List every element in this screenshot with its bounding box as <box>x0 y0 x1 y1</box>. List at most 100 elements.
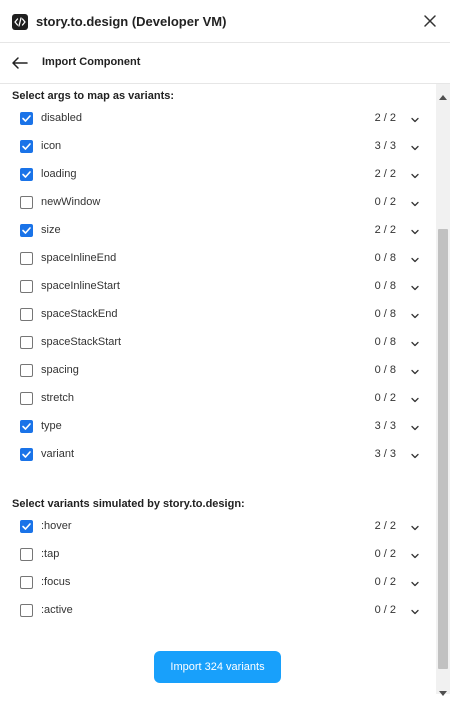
checkbox[interactable] <box>20 364 33 377</box>
chevron-down-icon[interactable] <box>408 225 422 239</box>
variant-label: size <box>41 224 61 236</box>
variant-label: variant <box>41 448 75 460</box>
variant-label: loading <box>41 168 77 180</box>
scroll-up-arrow-icon[interactable] <box>439 87 447 100</box>
variant-count: 3 / 3 <box>374 448 396 460</box>
variant-count: 0 / 8 <box>374 364 396 376</box>
variant-label: spacing <box>41 364 79 376</box>
variant-row[interactable]: disabled 2 / 2 <box>0 105 436 133</box>
variant-row[interactable]: :hover 2 / 2 <box>0 513 436 541</box>
variant-row[interactable]: variant 3 / 3 <box>0 441 436 469</box>
variant-count: 2 / 2 <box>374 112 396 124</box>
chevron-down-icon[interactable] <box>408 169 422 183</box>
variant-count: 0 / 8 <box>374 252 396 264</box>
checkbox[interactable] <box>20 336 33 349</box>
variant-label: newWindow <box>41 196 101 208</box>
variant-count: 2 / 2 <box>374 224 396 236</box>
code-icon <box>12 14 28 30</box>
import-content: Select args to map as variants: disabled… <box>0 84 436 694</box>
chevron-down-icon[interactable] <box>408 605 422 619</box>
variant-count: 3 / 3 <box>374 420 396 432</box>
chevron-down-icon[interactable] <box>408 421 422 435</box>
scrollbar-thumb[interactable] <box>438 229 448 669</box>
variant-row[interactable]: spaceStackEnd 0 / 8 <box>0 301 436 329</box>
checkbox[interactable] <box>20 604 33 617</box>
chevron-down-icon[interactable] <box>408 197 422 211</box>
chevron-down-icon[interactable] <box>408 449 422 463</box>
import-button[interactable]: Import 324 variants <box>154 651 281 683</box>
variant-label: type <box>41 420 62 432</box>
checkbox[interactable] <box>20 308 33 321</box>
variant-label: :active <box>41 604 73 616</box>
variant-row[interactable]: loading 2 / 2 <box>0 161 436 189</box>
variant-row[interactable]: size 2 / 2 <box>0 217 436 245</box>
variant-label: icon <box>41 140 62 152</box>
scroll-down-arrow-icon[interactable] <box>439 684 447 696</box>
checkbox[interactable] <box>20 548 33 561</box>
variant-row[interactable]: spaceStackStart 0 / 8 <box>0 329 436 357</box>
variant-row[interactable]: spaceInlineEnd 0 / 8 <box>0 245 436 273</box>
close-icon[interactable] <box>420 11 440 31</box>
args-section-title: Select args to map as variants: <box>12 90 175 102</box>
checkbox[interactable] <box>20 168 33 181</box>
chevron-down-icon[interactable] <box>408 281 422 295</box>
variant-row[interactable]: :active 0 / 2 <box>0 597 436 625</box>
page-title: Import Component <box>42 56 141 68</box>
variant-count: 0 / 2 <box>374 576 396 588</box>
chevron-down-icon[interactable] <box>408 393 422 407</box>
checkbox[interactable] <box>20 280 33 293</box>
variant-count: 0 / 2 <box>374 392 396 404</box>
scrollbar[interactable] <box>436 84 450 696</box>
variant-label: spaceStackStart <box>41 336 122 348</box>
variant-label: spaceStackEnd <box>41 308 118 320</box>
checkbox[interactable] <box>20 392 33 405</box>
chevron-down-icon[interactable] <box>408 577 422 591</box>
chevron-down-icon[interactable] <box>408 141 422 155</box>
checkbox[interactable] <box>20 112 33 125</box>
checkbox[interactable] <box>20 420 33 433</box>
variant-count: 0 / 8 <box>374 280 396 292</box>
chevron-down-icon[interactable] <box>408 365 422 379</box>
chevron-down-icon[interactable] <box>408 113 422 127</box>
variant-row[interactable]: type 3 / 3 <box>0 413 436 441</box>
chevron-down-icon[interactable] <box>408 549 422 563</box>
checkbox[interactable] <box>20 576 33 589</box>
variant-row[interactable]: newWindow 0 / 2 <box>0 189 436 217</box>
variant-count: 2 / 2 <box>374 168 396 180</box>
window-titlebar: story.to.design (Developer VM) <box>0 0 450 43</box>
variant-count: 3 / 3 <box>374 140 396 152</box>
checkbox[interactable] <box>20 196 33 209</box>
checkbox[interactable] <box>20 520 33 533</box>
variant-row[interactable]: spaceInlineStart 0 / 8 <box>0 273 436 301</box>
variant-count: 0 / 2 <box>374 548 396 560</box>
chevron-down-icon[interactable] <box>408 309 422 323</box>
variant-label: spaceInlineStart <box>41 280 120 292</box>
page-header: Import Component <box>0 43 450 84</box>
variant-count: 2 / 2 <box>374 520 396 532</box>
variant-row[interactable]: :tap 0 / 2 <box>0 541 436 569</box>
arrow-left-icon[interactable] <box>10 54 30 72</box>
chevron-down-icon[interactable] <box>408 253 422 267</box>
checkbox[interactable] <box>20 224 33 237</box>
variant-label: :hover <box>41 520 72 532</box>
variant-label: disabled <box>41 112 82 124</box>
simulated-section-title: Select variants simulated by story.to.de… <box>12 498 245 510</box>
variant-count: 0 / 2 <box>374 604 396 616</box>
variant-row[interactable]: spacing 0 / 8 <box>0 357 436 385</box>
variant-label: :tap <box>41 548 60 560</box>
variant-count: 0 / 8 <box>374 308 396 320</box>
variant-label: spaceInlineEnd <box>41 252 117 264</box>
variant-label: stretch <box>41 392 75 404</box>
variant-row[interactable]: :focus 0 / 2 <box>0 569 436 597</box>
chevron-down-icon[interactable] <box>408 337 422 351</box>
chevron-down-icon[interactable] <box>408 521 422 535</box>
variant-label: :focus <box>41 576 71 588</box>
checkbox[interactable] <box>20 252 33 265</box>
variant-row[interactable]: icon 3 / 3 <box>0 133 436 161</box>
variant-count: 0 / 2 <box>374 196 396 208</box>
checkbox[interactable] <box>20 448 33 461</box>
checkbox[interactable] <box>20 140 33 153</box>
variant-count: 0 / 8 <box>374 336 396 348</box>
window-title: story.to.design (Developer VM) <box>36 14 227 29</box>
variant-row[interactable]: stretch 0 / 2 <box>0 385 436 413</box>
